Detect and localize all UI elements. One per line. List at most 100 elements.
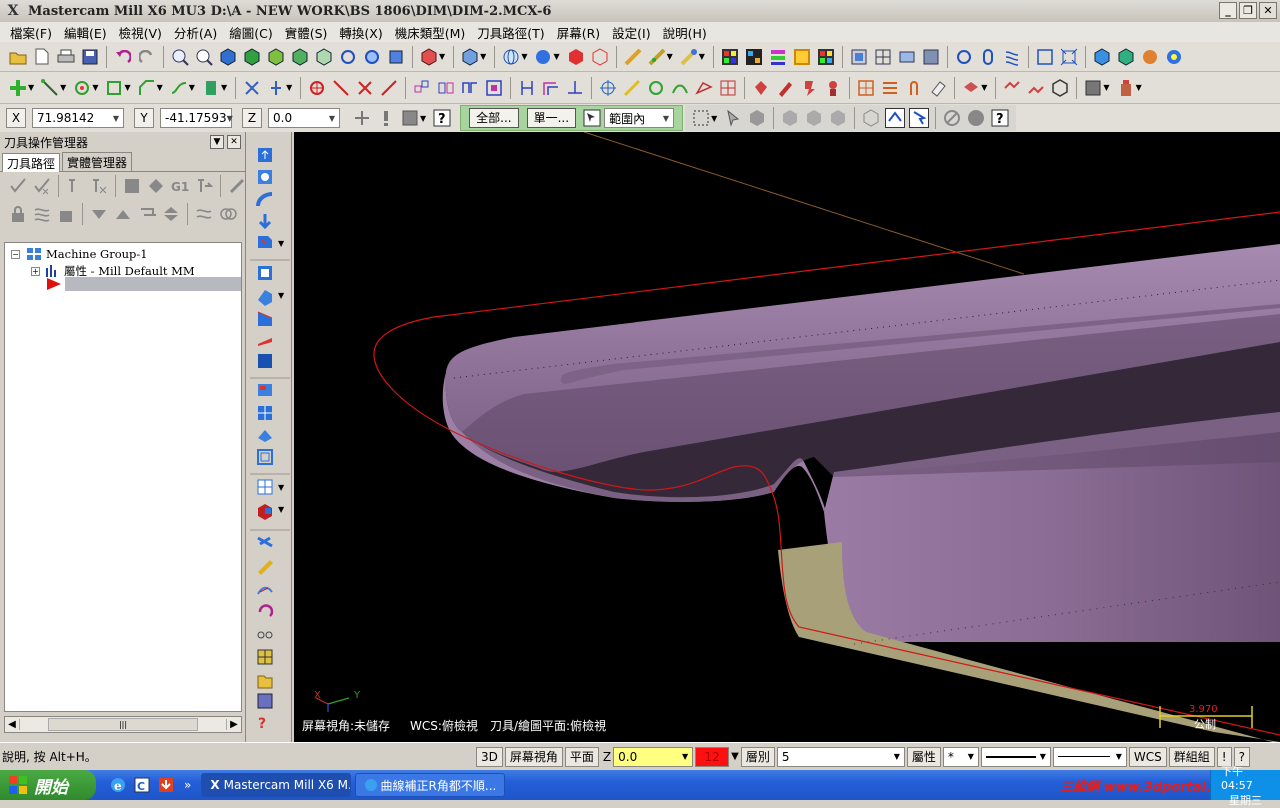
lock-icon[interactable] xyxy=(8,204,28,224)
clock-time[interactable]: 下午 04:57 xyxy=(1221,763,1270,792)
solid-select-icon[interactable] xyxy=(747,108,767,128)
autocursor-icon[interactable] xyxy=(400,108,420,128)
arrow-select-icon[interactable] xyxy=(723,108,743,128)
plane-button[interactable]: 平面 xyxy=(564,746,599,767)
tool-manager-icon[interactable] xyxy=(823,78,843,98)
mode-3d-button[interactable]: 3D xyxy=(476,746,503,767)
menu-machine-type[interactable]: 機床類型(M) xyxy=(389,23,472,42)
eraser-icon[interactable] xyxy=(928,78,948,98)
regenerate-icon[interactable] xyxy=(65,176,85,196)
select-single-button[interactable]: 單一... xyxy=(526,108,577,128)
attributes-button[interactable]: 屬性 xyxy=(906,746,941,767)
create-chamfer-icon[interactable] xyxy=(137,78,157,98)
move-up-icon[interactable] xyxy=(113,204,133,224)
tab-solids-manager[interactable]: 實體管理器 xyxy=(62,152,133,171)
gview-side-icon[interactable] xyxy=(290,47,310,67)
menu-analyze[interactable]: 分析(A) xyxy=(168,23,223,42)
create-spline-icon[interactable] xyxy=(169,78,189,98)
spring-icon[interactable] xyxy=(1002,47,1022,67)
tab-toolpaths[interactable]: 刀具路徑 xyxy=(2,153,61,172)
open-file-icon[interactable] xyxy=(8,47,28,67)
surface-fillet-icon[interactable] xyxy=(921,47,941,67)
layers-icon[interactable] xyxy=(768,47,788,67)
scroll-thumb[interactable]: ||| xyxy=(48,718,198,731)
wireframe-icon[interactable] xyxy=(590,47,610,67)
gview-front-icon[interactable] xyxy=(266,47,286,67)
menu-screen[interactable]: 屏幕(R) xyxy=(551,23,606,42)
tree-horizontal-scrollbar[interactable]: ◀ ||| ▶ xyxy=(4,716,242,733)
surface-flow-icon[interactable] xyxy=(897,47,917,67)
measure-icon[interactable] xyxy=(679,47,699,67)
edge-select-icon[interactable] xyxy=(804,108,824,128)
end-selection-icon[interactable] xyxy=(966,108,986,128)
taskbar-item-browser[interactable]: 曲線補正R角都不順... xyxy=(355,773,506,797)
display-toolpaths-icon[interactable] xyxy=(194,204,214,224)
globe-icon[interactable] xyxy=(501,47,521,67)
selection-help-icon[interactable]: ? xyxy=(990,108,1010,128)
clear-selection-icon[interactable] xyxy=(942,108,962,128)
verify-selection-icon[interactable] xyxy=(885,108,906,128)
delete-icon[interactable] xyxy=(307,78,327,98)
toggle-display-icon[interactable] xyxy=(32,204,52,224)
level-button[interactable]: 層別 xyxy=(740,746,775,767)
menu-file[interactable]: 檔案(F) xyxy=(4,23,58,42)
drill-toolpath-icon[interactable] xyxy=(670,78,690,98)
palette-icon[interactable] xyxy=(744,47,764,67)
regenerate-dirty-icon[interactable] xyxy=(89,176,109,196)
select-all-button[interactable]: 全部... xyxy=(469,108,519,128)
point-style-select[interactable]: * ▼ xyxy=(942,746,979,767)
break-icon[interactable] xyxy=(266,78,286,98)
view-sheet-icon[interactable] xyxy=(1083,78,1103,98)
xform-scale-icon[interactable] xyxy=(484,78,504,98)
create-point-icon[interactable] xyxy=(8,78,28,98)
face-select-icon[interactable] xyxy=(780,108,800,128)
chain-icon[interactable] xyxy=(904,78,924,98)
scroll-insert-icon[interactable] xyxy=(161,204,181,224)
filter-selection-icon[interactable] xyxy=(909,108,930,128)
verify-ops-icon[interactable] xyxy=(146,176,166,196)
back-face-icon[interactable] xyxy=(861,108,881,128)
scroll-left-icon[interactable]: ◀ xyxy=(5,719,20,730)
insert-arrow-icon[interactable] xyxy=(137,204,157,224)
menu-solids[interactable]: 實體(S) xyxy=(279,23,334,42)
gview-top-icon[interactable] xyxy=(242,47,262,67)
trim-icon[interactable] xyxy=(242,78,262,98)
quicklaunch-chevron[interactable]: » xyxy=(184,778,191,792)
pocket-toolpath-icon[interactable] xyxy=(646,78,666,98)
normal-view-icon[interactable] xyxy=(386,47,406,67)
help-ops-icon[interactable] xyxy=(218,204,238,224)
line-delete-icon[interactable] xyxy=(331,78,351,98)
line-width-select[interactable]: ▼ xyxy=(1052,746,1127,767)
simulate-2-icon[interactable] xyxy=(1026,78,1046,98)
save-icon[interactable] xyxy=(80,47,100,67)
fit-icon[interactable] xyxy=(218,47,238,67)
menu-help[interactable]: 說明(H) xyxy=(657,23,713,42)
shading-icon[interactable] xyxy=(419,47,439,67)
analyze-icon[interactable] xyxy=(623,47,643,67)
fit-screen-icon[interactable] xyxy=(1059,47,1079,67)
graphics-viewport[interactable]: X Y 3.970 公制 屏幕視角:未儲存 WCS:俯檢視 刀具/繪圖平面:俯檢… xyxy=(294,132,1280,742)
menu-edit[interactable]: 編輯(E) xyxy=(58,23,113,42)
menu-view[interactable]: 檢視(V) xyxy=(113,23,168,42)
levels-icon[interactable] xyxy=(792,47,812,67)
panel-close-button[interactable]: ✕ xyxy=(227,135,241,149)
mill-toolpath-icon[interactable] xyxy=(598,78,618,98)
backplot-ops-icon[interactable] xyxy=(122,176,142,196)
select-dirty-ops-icon[interactable] xyxy=(32,176,52,196)
close-button[interactable]: ✕ xyxy=(1259,2,1277,19)
select-all-ops-icon[interactable] xyxy=(8,176,28,196)
solid-cube-green-icon[interactable] xyxy=(1116,47,1136,67)
x-coord-input[interactable]: 71.98142 ▼ xyxy=(32,108,124,128)
offset-contour-icon[interactable] xyxy=(541,78,561,98)
wireframe-box-icon[interactable] xyxy=(1035,47,1055,67)
exclamation-icon[interactable] xyxy=(376,108,396,128)
solid-cube-icon[interactable] xyxy=(1092,47,1112,67)
fixture-icon[interactable] xyxy=(961,78,981,98)
menu-xform[interactable]: 轉換(X) xyxy=(333,23,388,42)
xform-mirror-icon[interactable] xyxy=(436,78,456,98)
start-button[interactable]: 開始 xyxy=(0,770,96,800)
menu-settings[interactable]: 設定(I) xyxy=(606,23,656,42)
backplot-icon[interactable] xyxy=(775,78,795,98)
orange-circle-icon[interactable] xyxy=(1140,47,1160,67)
quicklaunch-app-icon[interactable]: C xyxy=(132,775,152,795)
